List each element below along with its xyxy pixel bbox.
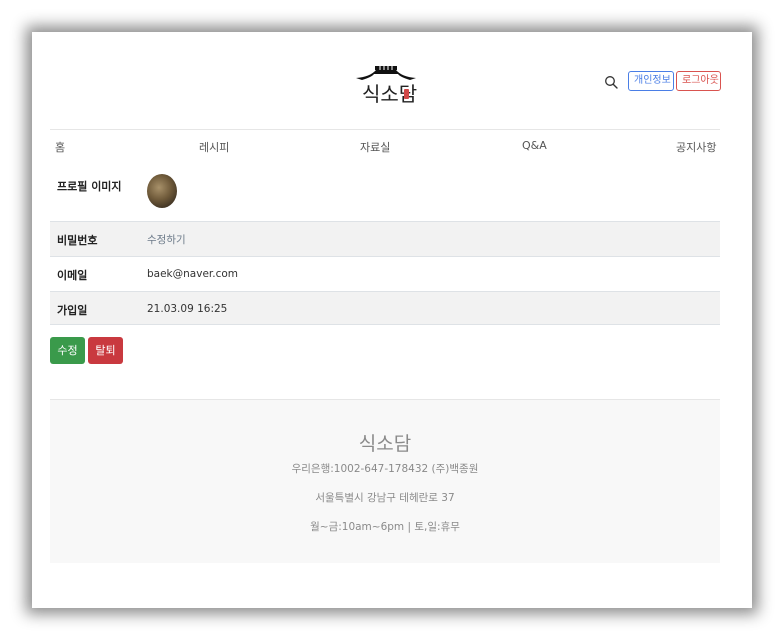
search-icon[interactable] xyxy=(604,75,618,89)
nav-home[interactable]: 홈 xyxy=(55,139,65,155)
join-date-row: 가입일 21.03.09 16:25 xyxy=(50,291,720,325)
site-logo[interactable]: 식소담 xyxy=(354,64,418,110)
footer-title: 식소담 xyxy=(358,433,412,455)
nav-notice[interactable]: 공지사항 xyxy=(676,139,716,155)
join-date-value: 21.03.09 16:25 xyxy=(147,303,228,315)
privacy-button[interactable]: 개인정보 xyxy=(628,71,674,91)
nav-archive[interactable]: 자료실 xyxy=(360,139,390,155)
password-edit-link[interactable]: 수정하기 xyxy=(147,232,186,247)
logo-seal xyxy=(404,89,409,99)
profile-image-label: 프로필 이미지 xyxy=(57,180,122,193)
avatar xyxy=(147,174,177,208)
email-value: baek@naver.com xyxy=(147,268,239,280)
nav-recipe[interactable]: 레시피 xyxy=(199,139,229,155)
profile-image-row: 프로필 이미지 xyxy=(50,169,720,221)
password-label: 비밀번호 xyxy=(57,234,98,247)
page-frame: 식소담 개인정보 로그아웃 홈 레시피 자료실 Q&A 공지사항 프로필 이미지… xyxy=(32,32,752,608)
footer: 식소담 우리은행:1002-647-178432 (주)백종원 서울특별시 강남… xyxy=(50,400,720,563)
join-date-label: 가입일 xyxy=(57,304,88,317)
withdraw-button[interactable]: 탈퇴 xyxy=(88,337,123,364)
edit-button[interactable]: 수정 xyxy=(50,337,85,364)
footer-hours: 월~금:10am~6pm | 토,일:휴무 xyxy=(310,521,460,533)
header-divider xyxy=(50,129,720,130)
email-label: 이메일 xyxy=(57,269,88,282)
password-row: 비밀번호 수정하기 xyxy=(50,221,720,256)
email-row: 이메일 baek@naver.com xyxy=(50,256,720,291)
footer-address: 서울특별시 강남구 테헤란로 37 xyxy=(315,492,455,504)
logout-button[interactable]: 로그아웃 xyxy=(676,71,721,91)
footer-bank-info: 우리은행:1002-647-178432 (주)백종원 xyxy=(291,463,479,475)
nav-qna[interactable]: Q&A xyxy=(522,139,547,152)
